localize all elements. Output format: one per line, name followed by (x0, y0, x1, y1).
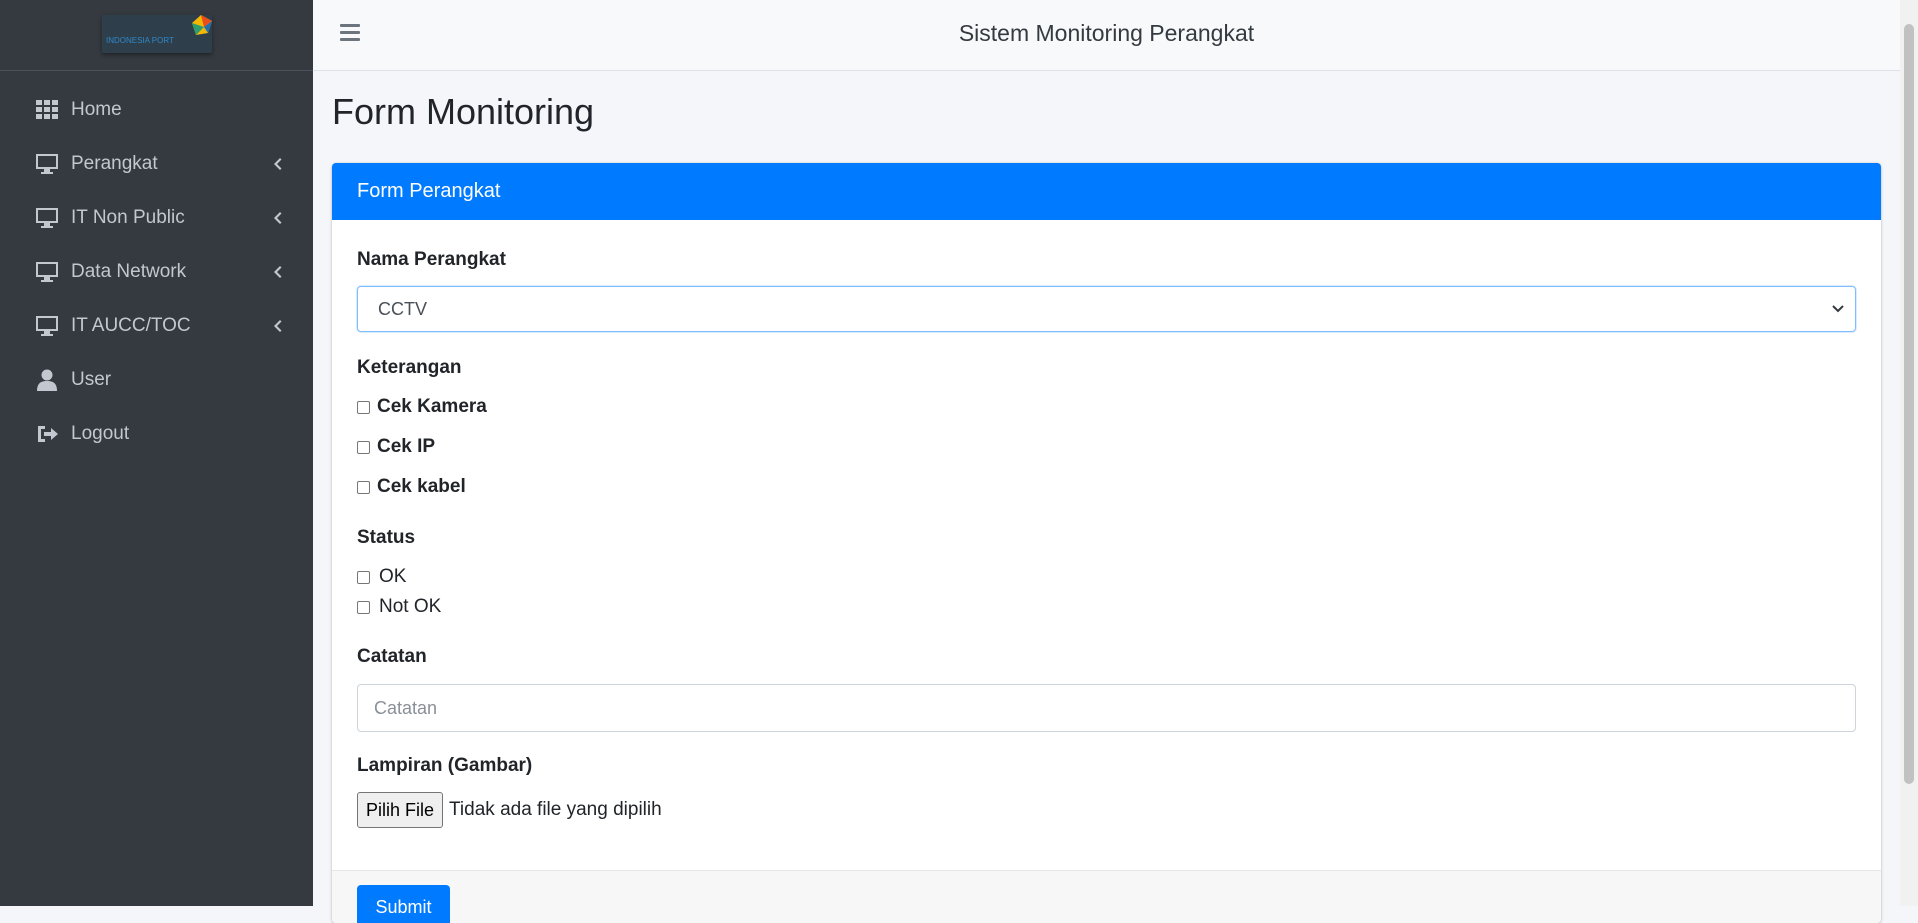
page-scrollbar[interactable] (1900, 0, 1918, 906)
device-select[interactable]: CCTV (357, 286, 1856, 332)
sidebar-item-label: Logout (71, 423, 130, 444)
cek-kabel-option[interactable]: Cek kabel (357, 476, 466, 498)
sign-out-icon (35, 422, 59, 446)
status-not-ok-checkbox[interactable] (357, 600, 370, 614)
attachment-label: Lampiran (Gambar) (357, 755, 533, 776)
file-status-text: Tidak ada file yang dipilih (449, 799, 662, 820)
sidebar-item-label: Home (71, 99, 122, 120)
card-footer: Submit (332, 870, 1881, 923)
cek-ip-option[interactable]: Cek IP (357, 436, 435, 458)
sidebar-item-it-aucc-toc[interactable]: IT AUCC/TOC (0, 299, 313, 353)
status-ok-option[interactable]: OK (357, 566, 406, 588)
card-header: Form Perangkat (332, 163, 1881, 220)
desktop-icon (35, 206, 59, 230)
desktop-icon (35, 152, 59, 176)
company-logo[interactable]: INDONESIA PORT (102, 15, 212, 53)
choose-file-button[interactable]: Pilih File (357, 792, 444, 828)
status-ok-label: OK (379, 566, 407, 587)
desktop-icon (35, 314, 59, 338)
cek-kamera-label: Cek Kamera (377, 396, 487, 417)
cek-ip-label: Cek IP (377, 436, 436, 457)
form-card: Form Perangkat Nama Perangkat CCTV Keter… (332, 163, 1881, 923)
chevron-left-icon (271, 262, 283, 282)
chevron-left-icon (271, 316, 283, 336)
device-select-value: CCTV (378, 298, 427, 319)
grid-icon (35, 98, 59, 122)
cek-kamera-option[interactable]: Cek Kamera (357, 396, 487, 418)
status-not-ok-label: Not OK (379, 596, 442, 617)
sidebar-item-it-non-public[interactable]: IT Non Public (0, 191, 313, 245)
sidebar-item-data-network[interactable]: Data Network (0, 245, 313, 299)
sidebar-item-home[interactable]: Home (0, 83, 313, 137)
sidebar-item-label: Perangkat (71, 153, 158, 174)
sidebar-item-label: IT Non Public (71, 207, 185, 228)
file-picker: Pilih File Tidak ada file yang dipilih (357, 792, 662, 828)
page-title: Form Monitoring (332, 91, 595, 132)
sidebar-nav: Home Perangkat IT Non Public Data Networ… (0, 71, 313, 461)
cek-ip-checkbox[interactable] (357, 440, 370, 454)
sidebar-item-label: User (71, 369, 112, 390)
app-title: Sistem Monitoring Perangkat (958, 20, 1255, 46)
sidebar-item-perangkat[interactable]: Perangkat (0, 137, 313, 191)
sidebar-item-label: IT AUCC/TOC (71, 315, 191, 336)
main-content: Form Monitoring Form Perangkat Nama Pera… (313, 71, 1900, 923)
chevron-left-icon (271, 154, 283, 174)
logo-mark-icon (192, 15, 212, 35)
keterangan-label: Keterangan (357, 357, 462, 378)
desktop-icon (35, 260, 59, 284)
chevron-left-icon (271, 208, 283, 228)
device-label: Nama Perangkat (357, 249, 506, 270)
submit-button[interactable]: Submit (357, 885, 450, 923)
cek-kamera-checkbox[interactable] (357, 400, 370, 414)
status-label: Status (357, 527, 416, 548)
sidebar-item-label: Data Network (71, 261, 187, 282)
catatan-input[interactable] (357, 684, 1856, 732)
chevron-down-icon (1832, 305, 1844, 313)
status-ok-checkbox[interactable] (357, 570, 370, 584)
cek-kabel-label: Cek kabel (377, 476, 466, 497)
top-navbar: Sistem Monitoring Perangkat (313, 0, 1900, 71)
sidebar-item-user[interactable]: User (0, 353, 313, 407)
brand: INDONESIA PORT (0, 0, 313, 71)
sidebar: INDONESIA PORT Home Perangkat IT Non Pub… (0, 0, 313, 906)
logo-text: INDONESIA PORT (106, 36, 174, 45)
catatan-label: Catatan (357, 646, 427, 667)
cek-kabel-checkbox[interactable] (357, 480, 370, 494)
sidebar-item-logout[interactable]: Logout (0, 407, 313, 461)
scrollbar-thumb[interactable] (1904, 24, 1914, 784)
status-not-ok-option[interactable]: Not OK (357, 596, 441, 618)
user-icon (35, 368, 59, 392)
